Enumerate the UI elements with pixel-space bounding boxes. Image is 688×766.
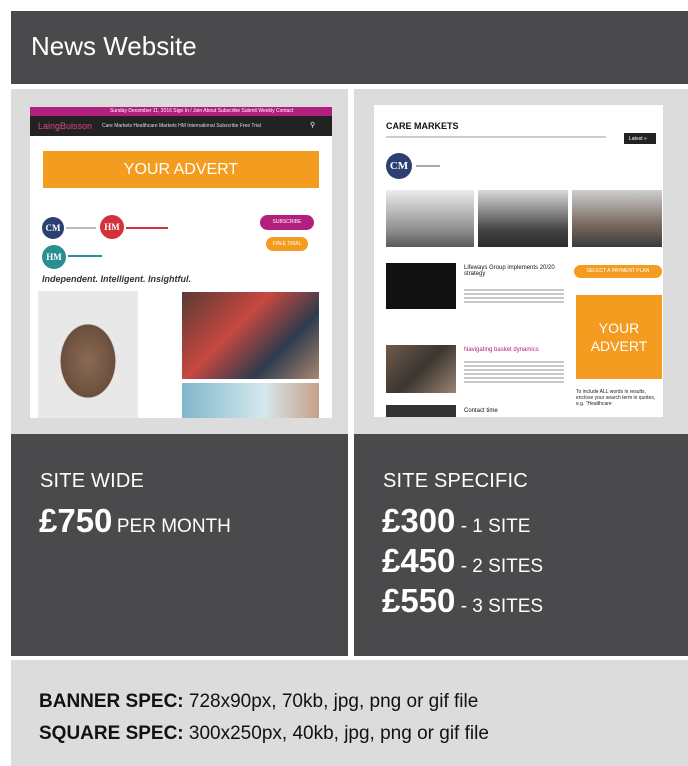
page-title: News Website [31, 31, 197, 61]
advert-square: YOUR ADVERT [576, 295, 662, 379]
nav-links[interactable]: Care Markets Healthcare Markets HM Inter… [102, 123, 261, 129]
news-photo-1 [386, 190, 474, 247]
news-photo-3 [572, 190, 662, 247]
hm-logo-text [126, 227, 168, 229]
cm-logo: CM [42, 217, 64, 239]
site-title: CARE MARKETS [386, 121, 459, 131]
price-2-sites: £450 [382, 542, 456, 579]
label-2-sites: - 2 SITES [455, 556, 544, 577]
site-specific-pricing: SITE SPECIFIC £300 - 1 SITE £450 - 2 SIT… [354, 434, 688, 656]
brand-logo: LaingBuisson [38, 121, 93, 131]
subscribe-button[interactable]: SUBSCRIBE [260, 215, 314, 230]
site-specific-row-2: £450 - 2 SITES [382, 542, 543, 580]
latest-label: Latest » [629, 136, 647, 142]
tagline: Independent. Intelligent. Insightful. [42, 274, 191, 284]
site-wide-unit: PER MONTH [116, 516, 231, 537]
select-plan-button[interactable]: SELECT A PAYMENT PLAN [574, 265, 662, 278]
price-1-site: £300 [382, 502, 456, 539]
news-photo-2 [478, 190, 568, 247]
cm-logo-text [416, 165, 440, 167]
ad-spec-panel: BANNER SPEC: 728x90px, 70kb, jpg, png or… [11, 660, 688, 766]
piggy-bank-photo [386, 263, 456, 309]
search-note: To include ALL words in results, enclose… [576, 389, 656, 407]
site-wide-title: SITE WIDE [40, 470, 145, 492]
headline-1[interactable]: Lifeways Group implements 20/20 strategy [464, 265, 572, 277]
square-spec-label: SQUARE SPEC: [39, 723, 184, 744]
site-specific-row-1: £300 - 1 SITE [382, 502, 530, 540]
page-header: News Website [11, 11, 688, 84]
top-bar-text: Sunday December 11, 2016 Sign In / Join … [110, 108, 294, 114]
square-spec-value: 300x250px, 40kb, jpg, png or gif file [183, 723, 489, 744]
cm-logo: CM [386, 153, 412, 179]
label-3-sites: - 3 SITES [455, 596, 544, 617]
headline-2[interactable]: Navigating basket dynamics [464, 347, 539, 353]
free-trial-button[interactable]: FREE TRIAL [266, 237, 308, 251]
banner-spec-value: 728x90px, 70kb, jpg, png or gif file [183, 691, 479, 712]
site-specific-title: SITE SPECIFIC [383, 470, 528, 492]
site-specific-screenshot: CARE MARKETS Latest » CM Lifeways Group … [374, 105, 663, 417]
hm-logo: HM [100, 215, 124, 239]
label-1-site: - 1 SITE [455, 516, 531, 537]
advert-banner: YOUR ADVERT [43, 151, 319, 188]
article-2-text [464, 361, 564, 385]
site-wide-preview-panel: Sunday December 11, 2016 Sign In / Join … [11, 89, 348, 434]
feet-photo [386, 345, 456, 393]
price-3-sites: £550 [382, 582, 456, 619]
hm-international-text [68, 255, 102, 257]
site-wide-price-row: £750 PER MONTH [39, 502, 231, 540]
banner-spec: BANNER SPEC: 728x90px, 70kb, jpg, png or… [39, 691, 478, 713]
portrait-photo [38, 291, 138, 418]
square-spec: SQUARE SPEC: 300x250px, 40kb, jpg, png o… [39, 723, 489, 745]
news-photo-4 [386, 405, 456, 417]
headline-3[interactable]: Contact time [464, 408, 498, 414]
search-icon[interactable]: ⚲ [310, 121, 315, 129]
site-nav [386, 136, 606, 138]
eye-photo [182, 383, 319, 418]
site-specific-row-3: £550 - 3 SITES [382, 582, 543, 620]
hm-international-logo: HM [42, 245, 66, 269]
conference-photo [182, 292, 319, 379]
article-1-text [464, 289, 564, 305]
site-wide-price: £750 [39, 502, 113, 539]
cm-logo-text [66, 227, 96, 229]
site-wide-screenshot: Sunday December 11, 2016 Sign In / Join … [30, 107, 332, 418]
site-specific-preview-panel: CARE MARKETS Latest » CM Lifeways Group … [354, 89, 688, 434]
site-wide-pricing: SITE WIDE £750 PER MONTH [11, 434, 348, 656]
banner-spec-label: BANNER SPEC: [39, 691, 184, 712]
